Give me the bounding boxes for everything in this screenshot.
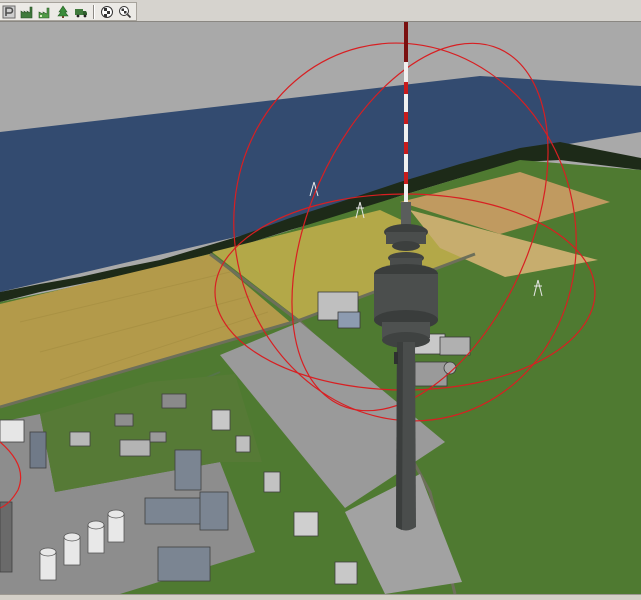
3d-viewport[interactable]	[0, 22, 641, 594]
green-factory-icon[interactable]	[37, 4, 53, 20]
factory-icon[interactable]	[19, 4, 35, 20]
checker-globe-icon[interactable]	[99, 4, 115, 20]
parking-lot-icon[interactable]	[1, 4, 17, 20]
toolbar-separator	[93, 4, 95, 19]
app-window	[0, 0, 641, 600]
toolbar-button-group	[0, 2, 137, 21]
checker-globe-magnify-icon[interactable]	[117, 4, 133, 20]
truck-icon[interactable]	[73, 4, 89, 20]
tree-plant-icon[interactable]	[55, 4, 71, 20]
status-bar	[0, 594, 641, 600]
toolbar	[0, 0, 641, 22]
